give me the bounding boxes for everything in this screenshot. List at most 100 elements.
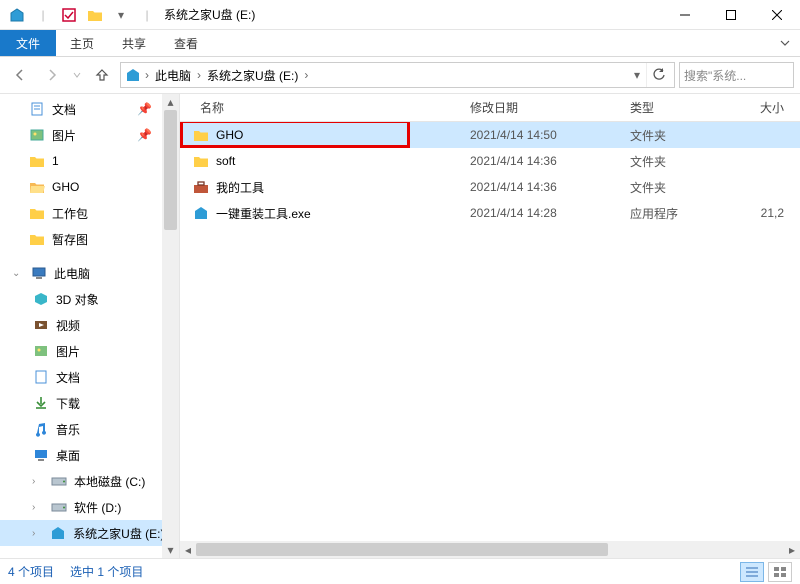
scroll-track[interactable] — [196, 541, 784, 558]
address-bar[interactable]: › 此电脑 › 系统之家U盘 (E:) › ▾ — [120, 62, 675, 88]
scroll-thumb[interactable] — [196, 543, 608, 556]
file-size: 21,2 — [750, 206, 800, 220]
desktop-icon — [32, 446, 50, 464]
file-list: GHO 2021/4/14 14:50 文件夹 soft 2021/4/14 1… — [180, 122, 800, 541]
window-title: 系统之家U盘 (E:) — [158, 6, 662, 23]
sidebar-item-drive-c[interactable]: › 本地磁盘 (C:) — [0, 468, 162, 494]
sidebar-item-pictures[interactable]: 图片 📌 — [0, 122, 162, 148]
chevron-down-icon[interactable]: ⌄ — [12, 268, 24, 279]
close-button[interactable] — [754, 0, 800, 30]
file-type: 文件夹 — [620, 153, 750, 170]
tab-view[interactable]: 查看 — [160, 30, 212, 56]
document-icon — [32, 368, 50, 386]
folder-icon — [192, 152, 210, 170]
tree-label: 图片 — [56, 343, 80, 360]
sidebar-item-desktop[interactable]: 桌面 — [0, 442, 162, 468]
tree-label: 音乐 — [56, 421, 80, 438]
chevron-right-icon[interactable]: › — [32, 502, 44, 513]
tab-share[interactable]: 共享 — [108, 30, 160, 56]
back-button[interactable] — [6, 61, 34, 89]
crumb-sep-icon[interactable]: › — [195, 68, 203, 82]
sidebar-scrollbar[interactable]: ▴ ▾ — [162, 94, 179, 558]
recent-dropdown-icon[interactable] — [70, 61, 84, 89]
chevron-right-icon[interactable]: › — [32, 476, 44, 487]
forward-button[interactable] — [38, 61, 66, 89]
minimize-button[interactable] — [662, 0, 708, 30]
sidebar-item-workpack[interactable]: 工作包 — [0, 200, 162, 226]
video-icon — [32, 316, 50, 334]
file-row[interactable]: GHO 2021/4/14 14:50 文件夹 — [180, 122, 800, 148]
col-date[interactable]: 修改日期 — [460, 99, 620, 116]
file-row[interactable]: 一键重装工具.exe 2021/4/14 14:28 应用程序 21,2 — [180, 200, 800, 226]
icons-view-button[interactable] — [768, 562, 792, 582]
crumb-sep-icon[interactable]: › — [143, 68, 151, 82]
tree-label: 下载 — [56, 395, 80, 412]
folder-icon — [28, 230, 46, 248]
file-name: GHO — [216, 128, 243, 142]
file-type: 应用程序 — [620, 205, 750, 222]
tree-label: GHO — [52, 180, 79, 194]
app-icon[interactable] — [6, 4, 28, 26]
tree-label: 文档 — [52, 101, 76, 118]
properties-icon[interactable] — [58, 4, 80, 26]
sidebar-item-gho[interactable]: GHO — [0, 174, 162, 200]
up-button[interactable] — [88, 61, 116, 89]
tree-label: 1 — [52, 154, 59, 168]
scroll-thumb[interactable] — [164, 110, 177, 230]
sidebar-item-folder-1[interactable]: 1 — [0, 148, 162, 174]
crumb-sep-icon[interactable]: › — [302, 68, 310, 82]
file-row[interactable]: soft 2021/4/14 14:36 文件夹 — [180, 148, 800, 174]
sidebar-item-videos[interactable]: 视频 — [0, 312, 162, 338]
tree-label: 软件 (D:) — [74, 499, 121, 516]
horizontal-scrollbar[interactable]: ◂ ▸ — [180, 541, 800, 558]
scroll-up-icon[interactable]: ▴ — [162, 94, 179, 110]
crumb-this-pc[interactable]: 此电脑 — [153, 67, 193, 84]
sidebar-item-music[interactable]: 音乐 — [0, 416, 162, 442]
maximize-button[interactable] — [708, 0, 754, 30]
col-type[interactable]: 类型 — [620, 99, 750, 116]
sidebar-item-3d[interactable]: 3D 对象 — [0, 286, 162, 312]
col-size[interactable]: 大小 — [750, 99, 800, 116]
address-dropdown-icon[interactable]: ▾ — [630, 68, 644, 82]
details-view-button[interactable] — [740, 562, 764, 582]
scroll-right-icon[interactable]: ▸ — [784, 543, 800, 557]
file-name: 我的工具 — [216, 179, 264, 196]
search-input[interactable]: 搜索"系统... — [679, 62, 794, 88]
sidebar-item-pictures-pc[interactable]: 图片 — [0, 338, 162, 364]
ribbon-expand-icon[interactable] — [770, 30, 800, 56]
tree-label: 视频 — [56, 317, 80, 334]
drive-icon — [50, 472, 68, 490]
sidebar-item-tempimg[interactable]: 暂存图 — [0, 226, 162, 252]
document-icon — [28, 100, 46, 118]
sidebar-item-documents[interactable]: 文档 📌 — [0, 96, 162, 122]
music-icon — [32, 420, 50, 438]
file-date: 2021/4/14 14:50 — [460, 128, 620, 142]
tab-home[interactable]: 主页 — [56, 30, 108, 56]
crumb-drive[interactable]: 系统之家U盘 (E:) — [205, 67, 300, 84]
app-icon — [192, 204, 210, 222]
file-type: 文件夹 — [620, 127, 750, 144]
sidebar-item-downloads[interactable]: 下载 — [0, 390, 162, 416]
objects3d-icon — [32, 290, 50, 308]
sidebar-item-drive-e[interactable]: › 系统之家U盘 (E:) — [0, 520, 162, 546]
file-date: 2021/4/14 14:28 — [460, 206, 620, 220]
view-switcher — [740, 562, 792, 582]
file-name: 一键重装工具.exe — [216, 205, 311, 222]
qat-dropdown-icon[interactable]: ▾ — [110, 4, 132, 26]
title-bar: | ▾ | 系统之家U盘 (E:) — [0, 0, 800, 30]
sidebar-item-drive-d[interactable]: › 软件 (D:) — [0, 494, 162, 520]
scroll-down-icon[interactable]: ▾ — [162, 542, 179, 558]
refresh-button[interactable] — [646, 63, 670, 87]
sidebar-item-documents-pc[interactable]: 文档 — [0, 364, 162, 390]
chevron-right-icon[interactable]: › — [32, 528, 44, 539]
this-pc-icon — [30, 264, 48, 282]
folder-qat-icon[interactable] — [84, 4, 106, 26]
tree-label: 图片 — [52, 127, 76, 144]
col-name[interactable]: 名称 — [180, 99, 460, 116]
qat-sep2: | — [136, 4, 158, 26]
sidebar-item-this-pc[interactable]: ⌄ 此电脑 — [0, 260, 162, 286]
file-row[interactable]: 我的工具 2021/4/14 14:36 文件夹 — [180, 174, 800, 200]
file-tab[interactable]: 文件 — [0, 30, 56, 56]
column-headers: 名称 修改日期 类型 大小 — [180, 94, 800, 122]
scroll-left-icon[interactable]: ◂ — [180, 543, 196, 557]
